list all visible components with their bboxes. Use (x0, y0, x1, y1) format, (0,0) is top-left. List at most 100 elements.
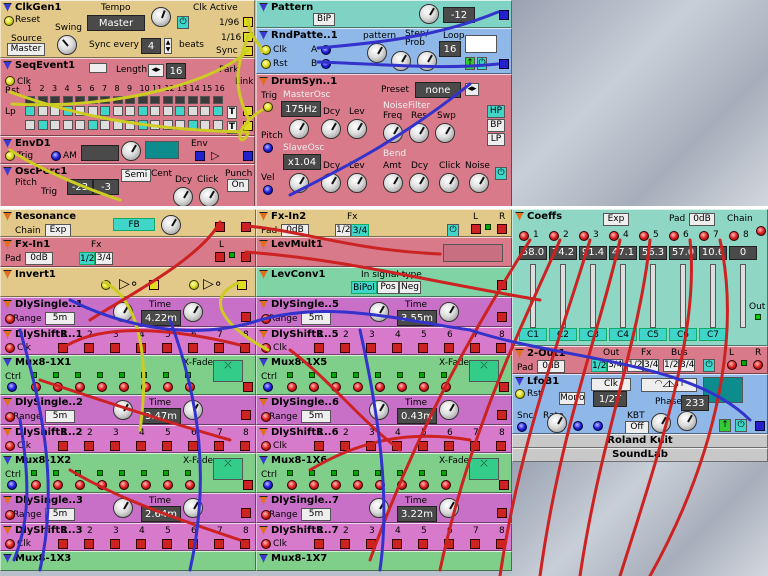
out-jack[interactable] (243, 106, 253, 116)
collapse-icon[interactable] (515, 348, 524, 358)
preset-display[interactable]: none (415, 82, 461, 98)
swing-knob[interactable] (57, 35, 77, 55)
coeff-display[interactable]: 47.1 (609, 246, 637, 260)
step-toggle[interactable] (187, 120, 198, 130)
collapse-icon[interactable] (3, 2, 12, 12)
collapse-icon[interactable] (259, 357, 268, 367)
in-jack[interactable] (331, 382, 341, 392)
coeff-display[interactable]: 0 (729, 246, 757, 260)
collapse-icon[interactable] (3, 166, 12, 176)
out12-toggle[interactable]: 1/2 (591, 359, 607, 372)
a-jack[interactable] (321, 45, 331, 55)
pad-select[interactable]: 0dB (537, 360, 565, 373)
tap-out[interactable] (444, 441, 454, 451)
step-toggle[interactable] (100, 120, 110, 130)
in-jack[interactable] (141, 382, 151, 392)
range-select[interactable]: 5m (45, 508, 75, 521)
time-display[interactable]: 3.22m (397, 506, 437, 522)
pos-toggle[interactable]: Pos (377, 281, 399, 294)
coeff-button[interactable]: C5 (639, 328, 667, 341)
tempo-display[interactable]: Master (87, 15, 145, 31)
in-jack[interactable] (141, 480, 151, 490)
time-mod-knob[interactable] (183, 498, 203, 518)
coeff-button[interactable]: C6 (669, 328, 697, 341)
in-jack[interactable] (31, 382, 41, 392)
collapse-icon[interactable] (3, 138, 12, 148)
pattern-display[interactable]: -12 (443, 7, 475, 23)
fx12-toggle[interactable]: 1/2 (335, 224, 351, 236)
out-jack[interactable] (215, 222, 225, 232)
time-display[interactable]: 3.47m (141, 408, 181, 424)
coeff-in[interactable] (609, 231, 619, 241)
in-jack[interactable] (185, 480, 195, 490)
collapse-icon[interactable] (259, 211, 268, 221)
tap-out[interactable] (214, 343, 224, 353)
level-knob[interactable] (677, 411, 697, 431)
tap-out[interactable] (496, 539, 506, 549)
coeff-button[interactable]: C7 (699, 328, 727, 341)
out-jack[interactable] (497, 312, 507, 322)
out-jack[interactable] (499, 10, 509, 20)
out-jack[interactable] (243, 121, 253, 131)
time-knob[interactable] (113, 498, 133, 518)
punch-toggle[interactable]: On (227, 179, 249, 192)
step-toggle[interactable] (37, 106, 48, 116)
coeff-button[interactable]: C3 (579, 328, 607, 341)
rate-mod-jack[interactable] (573, 421, 583, 431)
time-knob[interactable] (369, 400, 389, 420)
arrows-icon[interactable]: ◂▸ (465, 83, 479, 96)
coeff-in[interactable] (699, 231, 709, 241)
collapse-icon[interactable] (259, 76, 268, 86)
collapse-icon[interactable] (259, 455, 268, 465)
coeff-slider[interactable] (560, 264, 566, 328)
power-icon[interactable]: ⏻ (477, 57, 487, 70)
coeff-slider[interactable] (650, 264, 656, 328)
time-display[interactable]: 4.22m (141, 310, 181, 326)
stepper-icon[interactable]: ▲ ▼ (164, 38, 172, 54)
collapse-icon[interactable] (3, 357, 12, 367)
fx12-toggle[interactable]: 1/2 (627, 359, 643, 372)
pattern-knob[interactable] (419, 4, 439, 24)
step-toggle[interactable] (137, 106, 148, 116)
collapse-icon[interactable] (3, 495, 12, 505)
step-toggle[interactable] (212, 106, 223, 116)
tap-out[interactable] (162, 343, 172, 353)
collapse-icon[interactable] (3, 329, 12, 339)
coeff-display[interactable]: 58.0 (519, 246, 547, 260)
tap-out[interactable] (314, 539, 324, 549)
in-jack[interactable] (353, 382, 363, 392)
out-jack[interactable] (243, 382, 253, 392)
time-knob[interactable] (369, 498, 389, 518)
neg-toggle[interactable]: Neg (399, 281, 421, 294)
tap-out[interactable] (496, 441, 506, 451)
tap-out[interactable] (392, 343, 402, 353)
collapse-icon[interactable] (259, 397, 268, 407)
step-toggle[interactable] (37, 120, 48, 130)
am-jack[interactable] (51, 151, 61, 161)
snc-jack[interactable] (517, 422, 527, 432)
ctrl-jack[interactable] (263, 382, 273, 392)
in-jack[interactable] (375, 382, 385, 392)
tap-out[interactable] (366, 441, 376, 451)
slave-lev-knob[interactable] (347, 173, 367, 193)
mono-toggle[interactable]: Mono (559, 392, 585, 405)
step-toggle[interactable] (112, 106, 123, 116)
in-jack[interactable] (397, 382, 407, 392)
power-icon[interactable]: ⏻ (735, 419, 747, 432)
time-display[interactable]: 0.43m (397, 408, 437, 424)
time-mod-knob[interactable] (439, 498, 459, 518)
tap-out[interactable] (418, 539, 428, 549)
in-jack[interactable] (75, 382, 85, 392)
dcy-knob[interactable] (173, 187, 193, 207)
trig-jack[interactable] (5, 151, 15, 161)
range-select[interactable]: 5m (301, 508, 331, 521)
collapse-icon[interactable] (3, 525, 12, 535)
in-jack[interactable] (353, 480, 363, 490)
tap-out[interactable] (58, 343, 68, 353)
collapse-icon[interactable] (3, 60, 12, 70)
clk-jack[interactable] (5, 539, 15, 549)
step-toggle[interactable] (75, 120, 85, 130)
coeff-slider[interactable] (590, 264, 596, 328)
collapse-icon[interactable] (259, 495, 268, 505)
time-display[interactable]: 2.64m (141, 506, 181, 522)
